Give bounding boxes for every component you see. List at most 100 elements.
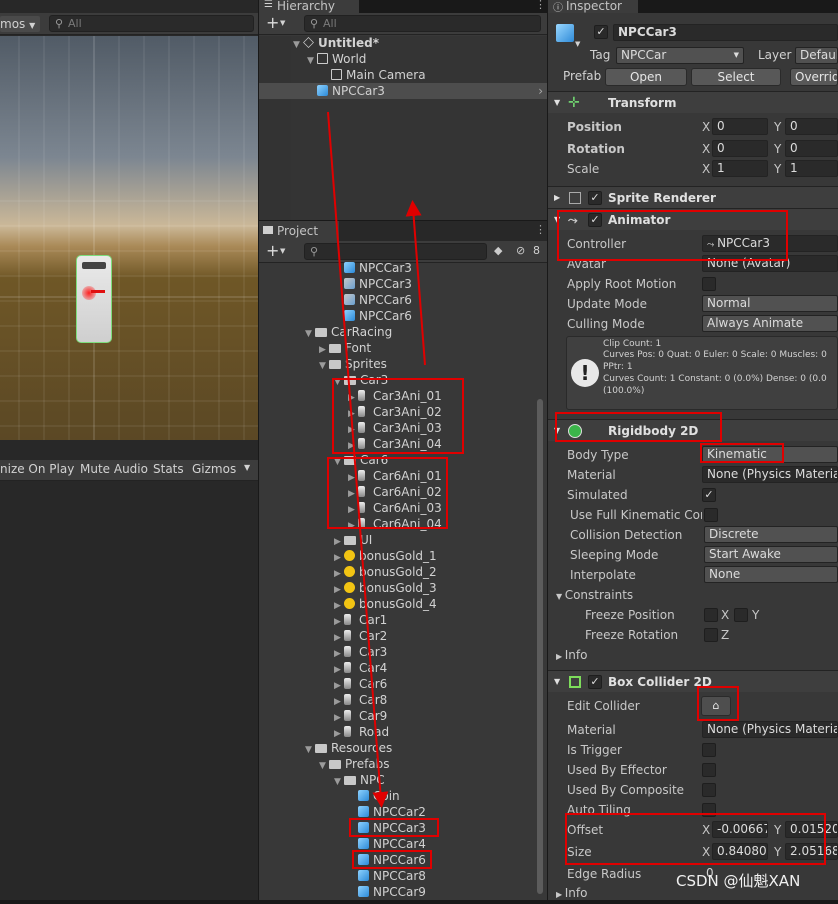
- used-by-effector-checkbox[interactable]: [702, 763, 716, 777]
- project-item[interactable]: ▶ Car9: [259, 708, 535, 724]
- hierarchy-item[interactable]: Main Camera: [259, 67, 547, 83]
- project-item[interactable]: ▼ NPC: [259, 772, 535, 788]
- project-item-label: Road: [359, 725, 390, 739]
- project-item[interactable]: ▶ bonusGold_1: [259, 548, 535, 564]
- tab-hierarchy[interactable]: Hierarchy: [259, 0, 359, 13]
- project-item[interactable]: ▼ Resources: [259, 740, 535, 756]
- chevron-right-icon[interactable]: ›: [538, 83, 543, 99]
- game-toolbar: nize On Play Mute Audio Stats Gizmos ▼: [0, 460, 258, 481]
- project-item[interactable]: ▶ Car4: [259, 660, 535, 676]
- bc-material-field[interactable]: None (Physics Material: [702, 721, 838, 738]
- hidden-packages-icon[interactable]: ⊘: [516, 244, 525, 257]
- update-mode-dropdown[interactable]: Normal: [702, 295, 838, 312]
- freeze-z-axis: Z: [721, 628, 730, 642]
- apply-root-motion-checkbox[interactable]: [702, 277, 716, 291]
- chevron-down-icon[interactable]: ▼: [244, 463, 250, 472]
- constraints-foldout[interactable]: ▼ Constraints: [556, 586, 633, 604]
- interpolate-dropdown[interactable]: None: [704, 566, 838, 583]
- gizmos-label: mos: [0, 17, 26, 31]
- position-y-field[interactable]: 0: [785, 118, 838, 135]
- freeze-position-y-checkbox[interactable]: [734, 608, 748, 622]
- chevron-down-icon[interactable]: ▼: [280, 19, 285, 27]
- tag-icon[interactable]: ◆: [494, 244, 502, 257]
- chevron-down-icon[interactable]: ▼: [280, 247, 285, 255]
- maximize-on-play-toggle[interactable]: nize On Play: [0, 462, 74, 476]
- project-item[interactable]: NPCCar3: [259, 260, 535, 276]
- freeze-rotation-z-checkbox[interactable]: [704, 628, 718, 642]
- menu-dots-icon[interactable]: ⋮: [535, 0, 546, 11]
- prefab-overrides-button[interactable]: Overrides: [790, 68, 838, 86]
- transform-header[interactable]: ▼ ✛ Transform: [548, 91, 838, 113]
- scene-search-input[interactable]: All: [49, 15, 254, 32]
- project-item[interactable]: ▶ Font: [259, 340, 535, 356]
- npc-car-sprite[interactable]: [76, 255, 112, 343]
- project-item[interactable]: ▶ Car8: [259, 692, 535, 708]
- simulated-checkbox[interactable]: ✓: [702, 488, 716, 502]
- project-item[interactable]: NPCCar6: [259, 308, 535, 324]
- project-item[interactable]: ▶ bonusGold_3: [259, 580, 535, 596]
- used-by-composite-checkbox[interactable]: [702, 783, 716, 797]
- is-trigger-checkbox[interactable]: [702, 743, 716, 757]
- project-item[interactable]: ▼ CarRacing: [259, 324, 535, 340]
- collision-detection-dropdown[interactable]: Discrete: [704, 526, 838, 543]
- project-item[interactable]: ▼ Sprites: [259, 356, 535, 372]
- project-item[interactable]: ▶ Car6: [259, 676, 535, 692]
- project-item[interactable]: ▼ Prefabs: [259, 756, 535, 772]
- menu-dots-icon[interactable]: ⋮: [535, 223, 546, 236]
- tag-dropdown[interactable]: NPCCar ▼: [616, 47, 744, 64]
- hierarchy-search-input[interactable]: All: [304, 15, 541, 32]
- project-scrollbar[interactable]: [537, 399, 543, 894]
- culling-mode-dropdown[interactable]: Always Animate: [702, 315, 838, 332]
- prefab-select-button[interactable]: Select: [691, 68, 781, 86]
- create-button[interactable]: +: [266, 13, 279, 32]
- active-checkbox[interactable]: ✓: [594, 25, 608, 39]
- project-item[interactable]: ▶ Car1: [259, 612, 535, 628]
- scene-icon: [303, 37, 314, 48]
- mute-audio-toggle[interactable]: Mute Audio: [80, 462, 148, 476]
- scale-y-field[interactable]: 1: [785, 160, 838, 177]
- hierarchy-item[interactable]: ▼ Untitled*: [259, 35, 547, 51]
- project-search-input[interactable]: [304, 243, 487, 260]
- project-item[interactable]: NPCCar8: [259, 868, 535, 884]
- rotation-x-field[interactable]: 0: [712, 140, 768, 157]
- scale-x-field[interactable]: 1: [712, 160, 768, 177]
- rb-material-field[interactable]: None (Physics Material: [702, 466, 838, 483]
- box-collider-enabled-checkbox[interactable]: ✓: [588, 675, 602, 689]
- project-item[interactable]: ▶ bonusGold_2: [259, 564, 535, 580]
- rotation-y-axis: Y: [774, 142, 782, 156]
- project-item[interactable]: NPCCar9: [259, 884, 535, 900]
- gizmos-toggle[interactable]: Gizmos: [192, 462, 236, 476]
- stats-toggle[interactable]: Stats: [153, 462, 184, 476]
- project-item[interactable]: ▶ UI: [259, 532, 535, 548]
- bc-info-foldout[interactable]: ▶ Info: [556, 884, 587, 902]
- project-item-label: Car1: [359, 613, 388, 627]
- apply-root-motion-label: Apply Root Motion: [567, 277, 677, 291]
- freeze-position-x-checkbox[interactable]: [704, 608, 718, 622]
- project-item[interactable]: NPCCar3: [259, 276, 535, 292]
- rb-info-foldout[interactable]: ▶ Info: [556, 646, 587, 664]
- project-item[interactable]: NPCCar6: [259, 292, 535, 308]
- create-button[interactable]: +: [266, 241, 279, 260]
- sleeping-mode-dropdown[interactable]: Start Awake: [704, 546, 838, 563]
- box-collider2d-header[interactable]: ▼ ✓ Box Collider 2D: [548, 670, 838, 692]
- chevron-right-icon: ▶: [554, 193, 561, 202]
- prefab-open-button[interactable]: Open: [605, 68, 687, 86]
- project-item[interactable]: ▶ Car3: [259, 644, 535, 660]
- gizmos-dropdown[interactable]: mos ▼: [0, 16, 40, 32]
- freeze-rotation-label: Freeze Rotation: [585, 628, 679, 642]
- scene-view[interactable]: [0, 36, 258, 440]
- project-item[interactable]: ▶ bonusGold_4: [259, 596, 535, 612]
- position-x-field[interactable]: 0: [712, 118, 768, 135]
- project-item[interactable]: Coin: [259, 788, 535, 804]
- project-item[interactable]: ▶ Car2: [259, 628, 535, 644]
- layer-dropdown[interactable]: Default: [795, 47, 838, 64]
- sprite-renderer-header[interactable]: ▶ ✓ Sprite Renderer: [548, 186, 838, 208]
- freeze-x-axis: X: [721, 608, 730, 622]
- project-item[interactable]: ▶ Road: [259, 724, 535, 740]
- rotation-y-field[interactable]: 0: [785, 140, 838, 157]
- hierarchy-item[interactable]: ▼ World: [259, 51, 547, 67]
- full-kinematic-checkbox[interactable]: [704, 508, 718, 522]
- hierarchy-item[interactable]: NPCCar3 ›: [259, 83, 547, 99]
- sprite-renderer-enabled-checkbox[interactable]: ✓: [588, 191, 602, 205]
- name-field[interactable]: NPCCar3: [613, 24, 838, 41]
